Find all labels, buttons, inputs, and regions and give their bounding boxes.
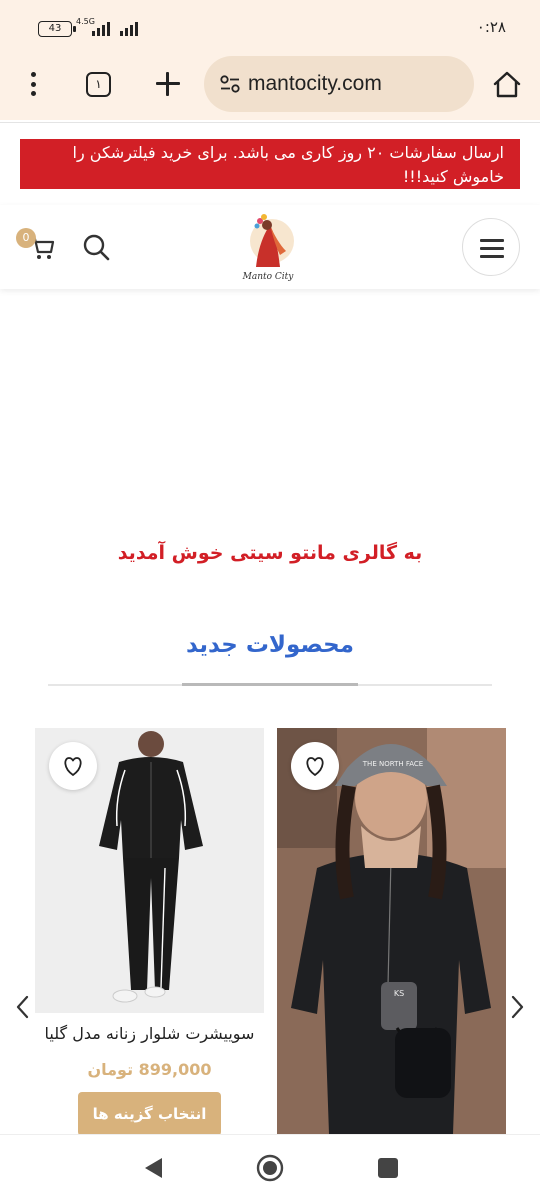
site-header: 0 Manto City [0, 205, 540, 289]
section-divider-accent [182, 683, 358, 686]
more-options-icon[interactable] [22, 70, 44, 98]
welcome-heading: به گالری مانتو سیتی خوش آمدید [117, 542, 423, 564]
announcement-area: ارسال سفارشات ۲۰ روز کاری می باشد. برای … [0, 122, 540, 202]
cap-label: THE NORTH FACE [362, 760, 423, 768]
url-text[interactable]: mantocity.com [248, 72, 382, 96]
home-nav-icon[interactable] [256, 1154, 284, 1182]
site-logo[interactable]: Manto City [236, 211, 300, 283]
logo-text: Manto City [242, 272, 295, 282]
cart-count-badge: 0 [16, 228, 36, 248]
wishlist-button[interactable] [49, 742, 97, 790]
search-icon[interactable] [82, 233, 110, 261]
browser-toolbar: ۱ mantocity.com [0, 56, 540, 120]
shipping-notice: ارسال سفارشات ۲۰ روز کاری می باشد. برای … [20, 139, 520, 189]
system-nav-bar [0, 1134, 540, 1200]
back-icon[interactable] [142, 1156, 164, 1180]
menu-button[interactable] [462, 218, 520, 276]
heart-icon[interactable] [291, 742, 339, 790]
clock: ۰:۲۸ [476, 18, 506, 36]
new-tab-icon[interactable] [154, 70, 182, 98]
new-products-title: محصولات جدید [186, 632, 354, 658]
site-settings-icon[interactable] [220, 75, 240, 93]
tab-switcher-button[interactable]: ۱ [86, 72, 111, 97]
heart-icon[interactable] [49, 742, 97, 790]
product-price: 899,000 تومان [87, 1060, 212, 1079]
signal-icon [120, 20, 138, 36]
carousel-prev-icon[interactable] [12, 994, 34, 1020]
battery-indicator: 43 [38, 21, 76, 37]
select-options-button[interactable]: انتخاب گزینه ها [78, 1092, 221, 1136]
home-icon[interactable] [492, 70, 522, 100]
phone-case-label: KS [394, 989, 404, 998]
product-name[interactable]: سوییشرت شلوار زنانه مدل گلیا [35, 1024, 264, 1043]
carousel-next-icon[interactable] [506, 994, 528, 1020]
status-bar: 43 4.5G ۰:۲۸ [0, 0, 540, 56]
address-bar[interactable]: mantocity.com [204, 56, 474, 112]
wishlist-button[interactable] [291, 742, 339, 790]
signal-icon [92, 20, 110, 36]
recent-apps-icon[interactable] [378, 1158, 398, 1178]
